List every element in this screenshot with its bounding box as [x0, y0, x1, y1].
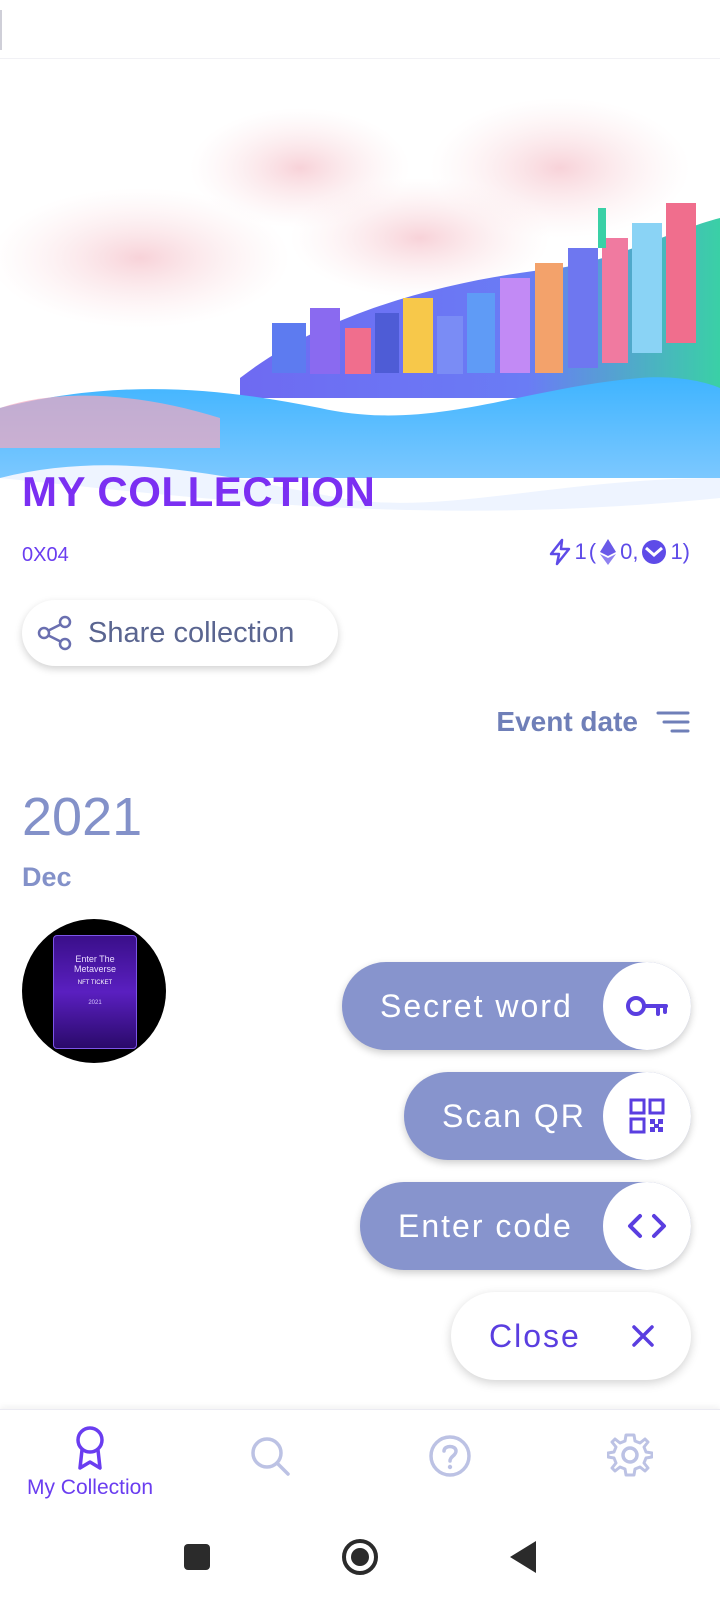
enter-code-icon-wrap — [603, 1182, 691, 1270]
group-year: 2021 — [22, 787, 143, 847]
enter-code-button[interactable]: Enter code — [360, 1182, 691, 1270]
system-navigation-bar — [0, 1519, 720, 1600]
nft-ticket-thumbnail[interactable]: Enter The Metaverse NFT TICKET 2021 — [22, 919, 166, 1063]
close-icon — [632, 1325, 654, 1347]
secret-word-button[interactable]: Secret word — [342, 962, 691, 1050]
stats-gnosis-count: 1) — [670, 539, 690, 564]
nav-help[interactable] — [360, 1410, 540, 1520]
collection-stats: 1 ( 0, 1) — [547, 538, 690, 566]
ticket-badge: NFT TICKET — [77, 980, 113, 986]
address-redaction — [79, 542, 335, 568]
nav-search[interactable] — [180, 1410, 360, 1520]
stats-eth-count: 0, — [620, 539, 639, 564]
gnosis-icon — [642, 540, 667, 564]
nav-my-collection[interactable]: My Collection — [0, 1410, 180, 1520]
ticket-title-line1: Enter The — [75, 954, 115, 964]
share-icon — [37, 615, 72, 651]
secret-word-icon-wrap — [603, 962, 691, 1050]
text-cursor — [0, 10, 2, 50]
sort-label: Event date — [496, 706, 638, 737]
stats-open-paren: ( — [588, 539, 597, 564]
award-ribbon-icon — [76, 1426, 104, 1470]
share-collection-button[interactable]: Share collection — [22, 600, 338, 666]
ticket-year: 2021 — [88, 1000, 102, 1006]
back-button-icon[interactable] — [506, 1539, 540, 1575]
wallet-address: 0X04 — [22, 544, 69, 566]
sort-control[interactable]: Event date — [496, 706, 690, 738]
close-label: Close — [489, 1318, 581, 1354]
scan-qr-icon-wrap — [603, 1072, 691, 1160]
scan-qr-label: Scan QR — [442, 1098, 586, 1134]
page-title: MY COLLECTION — [22, 468, 376, 515]
sort-filter-icon[interactable] — [656, 709, 690, 735]
scan-qr-button[interactable]: Scan QR — [404, 1072, 691, 1160]
qr-code-icon — [629, 1098, 665, 1134]
stats-total: 1 — [574, 539, 587, 564]
ticket-title: Enter The Metaverse — [54, 954, 136, 974]
secret-word-label: Secret word — [380, 988, 573, 1024]
share-collection-label: Share collection — [88, 616, 295, 649]
nav-my-collection-label: My Collection — [26, 1476, 154, 1499]
code-brackets-icon — [628, 1214, 666, 1238]
group-month: Dec — [22, 862, 72, 892]
top-bar — [0, 0, 720, 59]
help-icon — [429, 1435, 471, 1477]
nav-settings[interactable] — [540, 1410, 720, 1520]
key-icon — [626, 996, 668, 1016]
search-icon — [251, 1437, 290, 1476]
enter-code-label: Enter code — [398, 1208, 573, 1244]
ticket-title-line2: Metaverse — [73, 964, 117, 974]
recents-button-icon[interactable] — [182, 1542, 212, 1572]
ticket-card: Enter The Metaverse NFT TICKET 2021 — [53, 935, 137, 1049]
gear-icon — [607, 1433, 653, 1477]
ethereum-icon — [600, 539, 617, 565]
bottom-navigation: My Collection — [0, 1409, 720, 1520]
close-menu-button[interactable]: Close — [451, 1292, 691, 1380]
home-button-icon[interactable] — [340, 1537, 380, 1577]
lightning-icon — [549, 538, 570, 566]
